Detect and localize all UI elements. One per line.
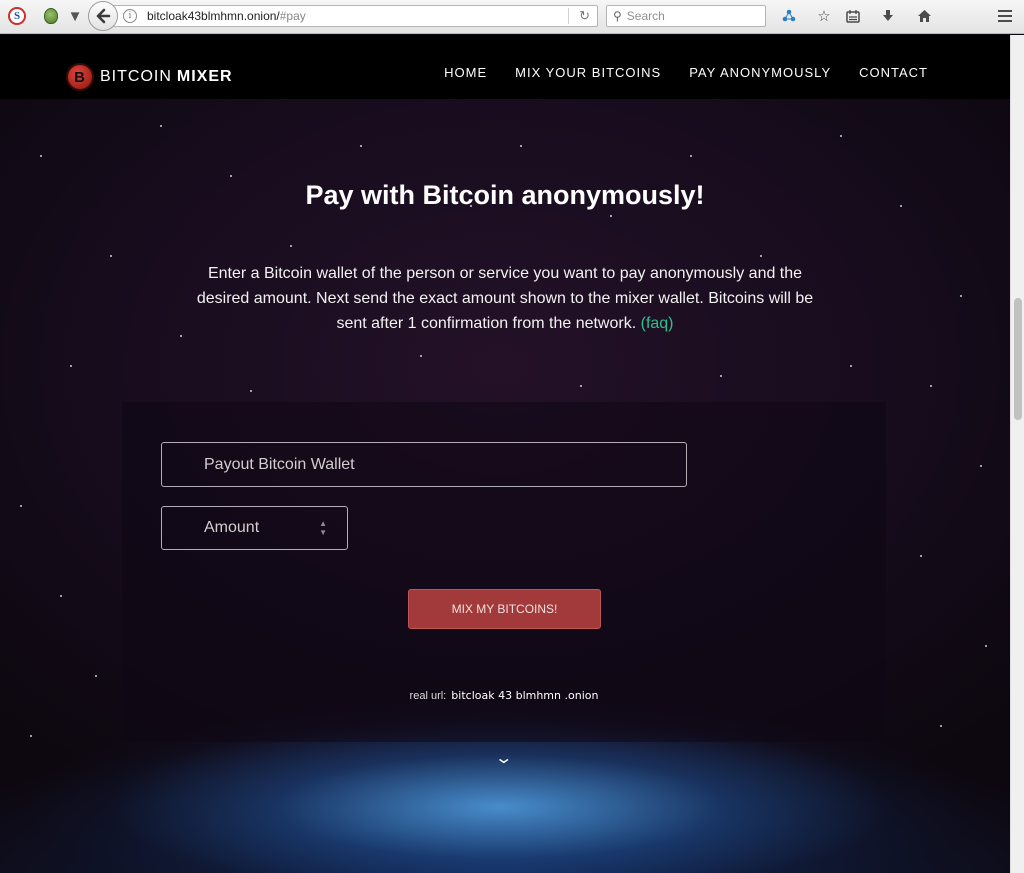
chevron-down-icon[interactable]: ⌄: [494, 748, 513, 768]
browser-toolbar: S ▼ i bitcloak43blmhmn.onion/#pay ↻ ⚲ Se…: [0, 0, 1024, 34]
site-navbar: B BITCOIN MIXER HOME MIX YOUR BITCOINS P…: [0, 35, 1010, 99]
mix-my-bitcoins-button[interactable]: MIX MY BITCOINS!: [408, 589, 601, 629]
wallet-placeholder: Payout Bitcoin Wallet: [204, 455, 355, 473]
wallet-input[interactable]: Payout Bitcoin Wallet: [161, 442, 687, 487]
divider: [568, 8, 569, 24]
url-host: bitcloak43blmhmn.onion/: [147, 9, 280, 23]
back-button[interactable]: [88, 1, 118, 31]
amount-input[interactable]: Amount ▲ ▼: [161, 506, 348, 550]
chevron-down-icon[interactable]: ▼: [64, 5, 86, 27]
tor-onion-icon[interactable]: [40, 5, 62, 27]
real-url-value: bitcloak 43 blmhmn .onion: [451, 689, 599, 702]
download-icon[interactable]: [877, 5, 899, 27]
real-url-note: real url: bitcloak 43 blmhmn .onion: [122, 689, 886, 702]
network-icon[interactable]: [778, 5, 800, 27]
url-path: #pay: [279, 9, 306, 23]
intro-body: Enter a Bitcoin wallet of the person or …: [196, 265, 814, 332]
security-extension-icon[interactable]: S: [6, 5, 28, 27]
payment-form: Payout Bitcoin Wallet Amount ▲ ▼ MIX MY B…: [122, 402, 886, 742]
search-input[interactable]: ⚲ Search: [606, 5, 766, 27]
home-icon[interactable]: [913, 5, 935, 27]
amount-placeholder: Amount: [204, 519, 260, 536]
page-title: Pay with Bitcoin anonymously!: [305, 180, 705, 210]
nav-home[interactable]: HOME: [444, 65, 487, 80]
main-navigation: HOME MIX YOUR BITCOINS PAY ANONYMOUSLY C…: [444, 65, 928, 80]
nav-pay-anonymously[interactable]: PAY ANONYMOUSLY: [689, 65, 831, 80]
search-placeholder: Search: [626, 9, 665, 23]
bitcoin-logo-icon: B: [66, 63, 94, 91]
real-url-label: real url:: [409, 690, 447, 702]
reload-icon[interactable]: ↻: [579, 8, 590, 24]
info-icon[interactable]: i: [123, 9, 137, 23]
nav-contact[interactable]: CONTACT: [859, 65, 928, 80]
hamburger-menu-icon[interactable]: [994, 5, 1016, 27]
nav-mix-your-bitcoins[interactable]: MIX YOUR BITCOINS: [515, 65, 661, 80]
address-bar[interactable]: i bitcloak43blmhmn.onion/#pay ↻: [112, 5, 598, 27]
site-logo[interactable]: B BITCOIN MIXER: [66, 63, 233, 91]
brand-name-regular: BITCOIN: [100, 68, 172, 85]
reading-list-icon[interactable]: [842, 5, 864, 27]
page-viewport: B BITCOIN MIXER HOME MIX YOUR BITCOINS P…: [0, 35, 1010, 873]
search-icon: ⚲: [613, 9, 622, 23]
number-spinner-icon[interactable]: ▲ ▼: [319, 519, 327, 537]
brand-name-bold: MIXER: [176, 68, 233, 85]
scrollbar-thumb[interactable]: [1014, 298, 1022, 420]
url-text: bitcloak43blmhmn.onion/#pay: [147, 9, 306, 23]
arrow-left-icon: [96, 8, 111, 24]
intro-text: Enter a Bitcoin wallet of the person or …: [190, 261, 820, 336]
page-scrollbar[interactable]: [1010, 35, 1024, 873]
faq-link[interactable]: (faq): [641, 315, 674, 332]
star-icon[interactable]: ☆: [813, 5, 835, 27]
